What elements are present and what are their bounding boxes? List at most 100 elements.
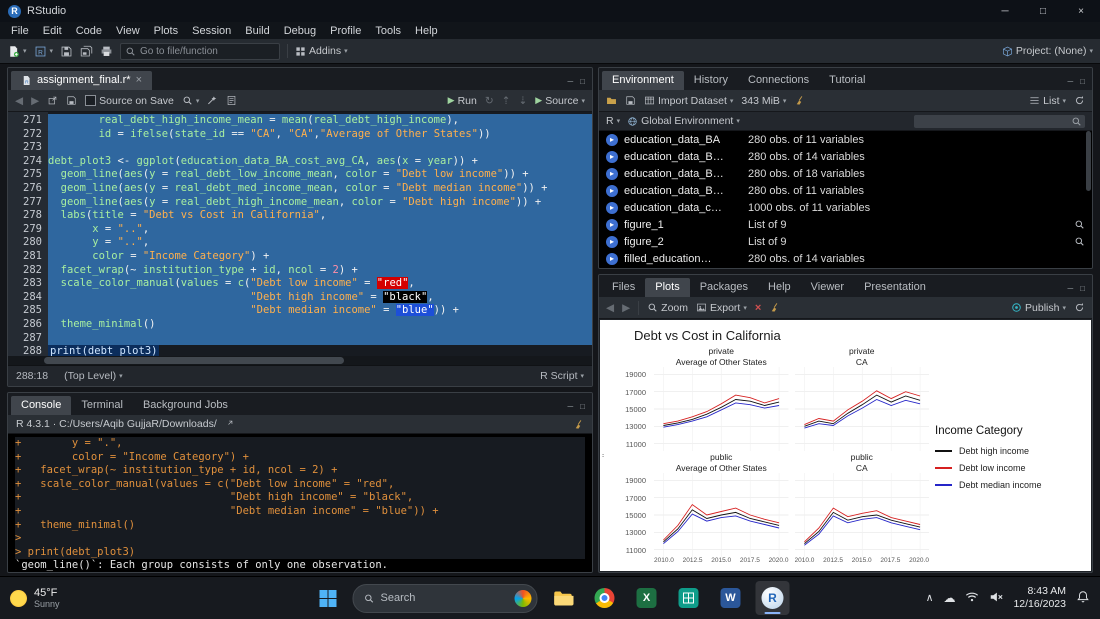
popout-editor-icon[interactable] [47,95,58,106]
volume-muted-icon[interactable] [989,590,1003,607]
minimize-window-button[interactable]: ─ [986,0,1024,22]
onedrive-cloud-icon[interactable]: ☁ [943,591,955,605]
code-editor[interactable]: 271 272 273 274 275 276 277 278 279 280 281 282 283 2… [8,112,592,356]
view-mode-selector[interactable]: List ▾ [1029,95,1066,107]
menu-edit[interactable]: Edit [36,25,69,37]
remove-plot-icon[interactable]: × [755,302,761,314]
hidden-icons-chevron[interactable]: ∧ [926,592,934,604]
close-tab-icon[interactable]: × [136,74,142,86]
clear-environment-icon[interactable] [794,95,805,106]
save-all-button[interactable] [80,45,93,58]
environment-search-input[interactable] [914,114,1085,128]
clear-console-icon[interactable] [573,419,584,430]
editor-horizontal-scrollbar[interactable] [8,356,592,365]
taskbar-excel[interactable]: X [630,581,664,615]
code-line-273[interactable] [48,141,592,155]
expand-object-icon[interactable]: ▸ [606,235,618,248]
minimize-pane-icon[interactable]: ─ [1067,284,1073,293]
minimize-pane-icon[interactable]: ─ [567,402,573,411]
code-line-280[interactable]: y = "..", [48,236,592,250]
previous-plot-icon[interactable]: ◀ [606,302,614,314]
menu-help[interactable]: Help [408,25,445,37]
source-on-save-checkbox[interactable]: Source on Save [85,95,174,107]
taskbar-clock[interactable]: 8:43 AM 12/16/2023 [1013,585,1066,611]
start-button[interactable] [311,581,345,615]
taskbar-rstudio-active[interactable]: R [755,581,790,615]
maximize-pane-icon[interactable]: □ [1080,284,1085,293]
zoom-button[interactable]: Zoom [647,302,688,314]
maximize-pane-icon[interactable]: □ [580,402,585,411]
code-line-286[interactable]: theme_minimal() [48,317,592,332]
plots-tab-viewer[interactable]: Viewer [801,278,854,297]
save-button[interactable] [60,45,73,58]
inspect-object-icon[interactable] [1074,219,1085,230]
menu-plots[interactable]: Plots [147,25,185,37]
expand-object-icon[interactable]: ▸ [606,150,618,163]
print-button[interactable] [100,45,113,58]
code-line-283[interactable]: scale_color_manual(values = c("Debt low … [48,277,592,291]
checkbox-icon[interactable] [85,95,97,106]
console-tab-console[interactable]: Console [11,396,72,415]
env-object-education_data_c[interactable]: ▸ education_data_c… 1000 obs. of 11 variab… [599,199,1092,216]
console-tab-terminal[interactable]: Terminal [71,396,133,415]
language-selector[interactable]: R ▾ [606,115,620,127]
code-tools-icon[interactable] [207,95,218,106]
compile-report-icon[interactable] [226,95,237,106]
menu-view[interactable]: View [109,25,147,37]
wifi-icon[interactable] [965,590,979,607]
scrollbar-thumb[interactable] [44,357,344,364]
console-output[interactable]: + y = ".", + color = "Income Category") +… [8,434,592,572]
maximize-pane-icon[interactable]: □ [580,77,585,86]
open-folder-icon[interactable] [223,419,234,430]
code-line-272[interactable]: id = ifelse(state_id == "CA", "CA","Aver… [48,127,592,142]
expand-object-icon[interactable]: ▸ [606,252,618,265]
refresh-plot-icon[interactable] [1074,302,1085,313]
menu-file[interactable]: File [4,25,36,37]
maximize-window-button[interactable]: □ [1024,0,1062,22]
minimize-pane-icon[interactable]: ─ [1067,77,1073,86]
export-button[interactable]: Export ▾ [696,302,747,314]
code-line-288[interactable]: print(debt_plot3) [48,345,592,356]
code-line-287[interactable] [48,331,592,346]
environment-scrollbar[interactable] [1086,131,1091,191]
new-file-button[interactable]: ▾ [7,45,27,58]
env-object-education_data_B[interactable]: ▸ education_data_B… 280 obs. of 18 variabl… [599,165,1092,182]
maximize-pane-icon[interactable]: □ [1080,77,1085,86]
expand-object-icon[interactable]: ▸ [606,167,618,180]
close-window-button[interactable]: × [1062,0,1100,22]
code-line-274[interactable]: debt_plot3 <- ggplot(education_data_BA_c… [48,154,592,169]
code-line-279[interactable]: x = "..", [48,222,592,237]
run-button[interactable]: ▶ Run [448,95,477,107]
source-down-icon[interactable]: ⇣ [518,95,527,107]
file-type-selector[interactable]: R Script ▾ [540,370,584,382]
menu-build[interactable]: Build [238,25,276,37]
menu-profile[interactable]: Profile [323,25,368,37]
code-line-285[interactable]: "Debt median income" = "blue")) + [48,304,592,318]
code-line-284[interactable]: "Debt high income" = "black", [48,290,592,305]
load-workspace-icon[interactable] [606,95,617,106]
code-line-271[interactable]: real_debt_high_income_mean = mean(real_d… [48,114,592,128]
expand-object-icon[interactable]: ▸ [606,201,618,214]
back-icon[interactable]: ◀ [15,95,23,107]
source-button[interactable]: ▶ Source ▾ [535,95,585,107]
editor-tab-assignment-final[interactable]: R assignment_final.r* × [11,71,152,90]
env-object-filled_education[interactable]: ▸ filled_education… 280 obs. of 14 variabl… [599,250,1092,267]
import-dataset-button[interactable]: Import Dataset ▾ [644,95,733,107]
code-line-282[interactable]: facet_wrap(~ institution_type + id, ncol… [48,263,592,278]
save-workspace-icon[interactable] [625,95,636,106]
taskbar-word[interactable]: W [714,581,748,615]
environment-tab-tutorial[interactable]: Tutorial [819,71,875,90]
environment-tab-history[interactable]: History [684,71,738,90]
console-tab-background-jobs[interactable]: Background Jobs [133,396,238,415]
menu-debug[interactable]: Debug [277,25,323,37]
find-replace-button[interactable]: ▾ [182,95,199,106]
clear-plots-icon[interactable] [769,302,780,313]
publish-button[interactable]: Publish ▾ [1011,302,1066,314]
code-line-277[interactable]: geom_line(aes(y = real_debt_high_income_… [48,195,592,210]
code-line-275[interactable]: geom_line(aes(y = real_debt_low_income_m… [48,168,592,182]
refresh-environment-icon[interactable] [1074,95,1085,106]
menu-tools[interactable]: Tools [368,25,408,37]
env-object-education_data_B[interactable]: ▸ education_data_B… 280 obs. of 14 variabl… [599,148,1092,165]
code-line-276[interactable]: geom_line(aes(y = real_debt_med_income_m… [48,181,592,196]
plots-tab-help[interactable]: Help [758,278,801,297]
